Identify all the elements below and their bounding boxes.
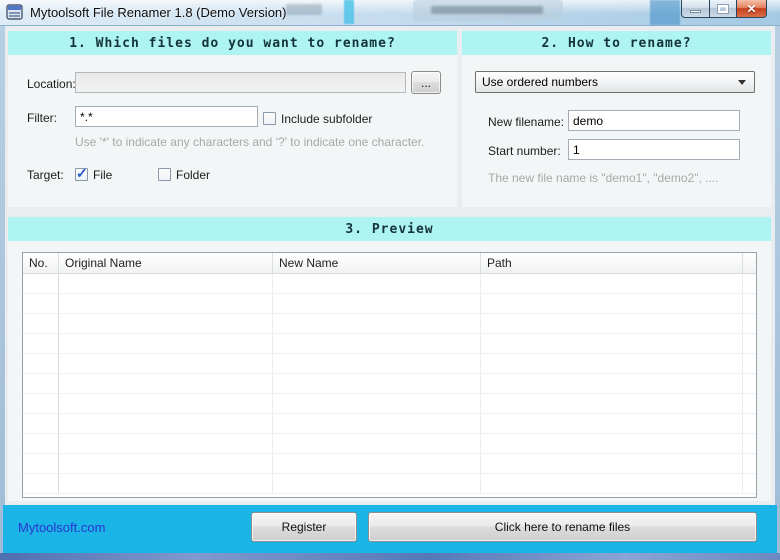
column-header-new-name[interactable]: New Name	[273, 253, 481, 273]
filter-hint: Use '*' to indicate any characters and '…	[75, 135, 425, 149]
maximize-button[interactable]	[709, 0, 737, 18]
register-button[interactable]: Register	[251, 512, 357, 542]
table-row[interactable]	[23, 354, 756, 374]
window-border-left	[0, 26, 5, 553]
table-row[interactable]	[23, 314, 756, 334]
window-title: Mytoolsoft File Renamer 1.8 (Demo Versio…	[30, 5, 287, 20]
file-label[interactable]: File	[93, 168, 112, 182]
table-row[interactable]	[23, 374, 756, 394]
titlebar-ghost-artifact	[413, 0, 563, 21]
rename-method-dropdown[interactable]: Use ordered numbers	[475, 71, 755, 93]
table-row[interactable]	[23, 294, 756, 314]
start-number-label: Start number:	[488, 144, 561, 158]
target-label: Target:	[27, 168, 64, 182]
include-subfolder-label[interactable]: Include subfolder	[281, 112, 372, 126]
close-button[interactable]: ✕	[736, 0, 767, 18]
location-input[interactable]	[75, 72, 406, 93]
table-row[interactable]	[23, 394, 756, 414]
panel-preview: 3. Preview No. Original Name New Name Pa…	[8, 217, 771, 501]
rename-method-value: Use ordered numbers	[482, 75, 599, 89]
file-checkbox[interactable]: ✓	[75, 165, 88, 181]
app-window: Mytoolsoft File Renamer 1.8 (Demo Versio…	[0, 0, 780, 560]
rename-hint: The new file name is "demo1", "demo2", .…	[488, 171, 719, 185]
start-number-input[interactable]	[568, 139, 740, 160]
titlebar-ghost-artifact	[650, 0, 680, 25]
minimize-icon	[690, 9, 701, 13]
preview-table-header: No. Original Name New Name Path	[23, 253, 756, 274]
close-icon: ✕	[746, 1, 757, 16]
column-header-spacer	[743, 253, 756, 273]
minimize-button[interactable]	[681, 0, 710, 18]
chevron-down-icon	[738, 80, 746, 85]
filter-input[interactable]	[75, 106, 258, 127]
check-icon: ✓	[76, 165, 88, 181]
new-filename-input[interactable]	[568, 110, 740, 131]
filter-label: Filter:	[27, 111, 57, 125]
desktop-strip	[0, 553, 780, 560]
table-row[interactable]	[23, 334, 756, 354]
section1-heading: 1. Which files do you want to rename?	[8, 31, 457, 55]
table-row[interactable]	[23, 454, 756, 474]
preview-table[interactable]: No. Original Name New Name Path	[22, 252, 757, 498]
folder-checkbox[interactable]: ✓	[158, 168, 171, 181]
table-row[interactable]	[23, 414, 756, 434]
column-header-no[interactable]: No.	[23, 253, 59, 273]
mytoolsoft-link[interactable]: Mytoolsoft.com	[18, 520, 105, 535]
title-bar[interactable]: Mytoolsoft File Renamer 1.8 (Demo Versio…	[0, 0, 780, 26]
window-border-right	[775, 26, 780, 553]
browse-button[interactable]: ...	[411, 71, 441, 94]
section3-heading: 3. Preview	[8, 217, 771, 241]
rename-files-button[interactable]: Click here to rename files	[368, 512, 757, 542]
include-subfolder-checkbox[interactable]: ✓	[263, 112, 276, 125]
app-icon	[6, 4, 23, 20]
new-filename-label: New filename:	[488, 115, 565, 129]
preview-table-body	[23, 274, 756, 494]
column-header-path[interactable]: Path	[481, 253, 743, 273]
maximize-icon	[717, 3, 729, 14]
titlebar-ghost-artifact	[344, 0, 354, 24]
table-row[interactable]	[23, 434, 756, 454]
location-label: Location:	[27, 77, 76, 91]
section2-heading: 2. How to rename?	[462, 31, 771, 55]
table-row[interactable]	[23, 474, 756, 494]
titlebar-ghost-artifact	[286, 4, 322, 15]
footer-bar: Mytoolsoft.com Register Click here to re…	[3, 505, 777, 553]
table-row[interactable]	[23, 274, 756, 294]
folder-label[interactable]: Folder	[176, 168, 210, 182]
column-header-original-name[interactable]: Original Name	[59, 253, 273, 273]
